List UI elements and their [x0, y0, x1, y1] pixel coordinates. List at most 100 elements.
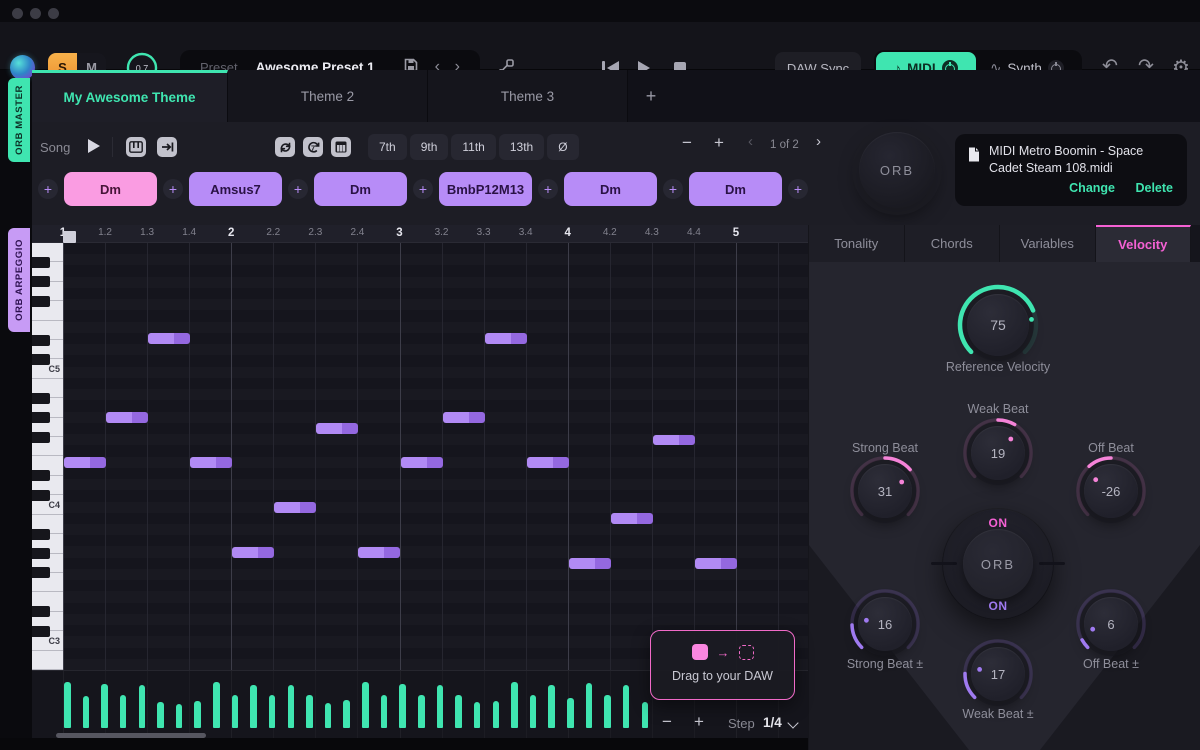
black-key[interactable] — [32, 606, 50, 617]
piano-view-icon[interactable] — [126, 137, 146, 157]
step-value-dropdown[interactable]: 1/4 — [763, 715, 782, 730]
midi-note[interactable] — [695, 558, 737, 569]
horizontal-scrollbar[interactable] — [56, 733, 206, 738]
midi-note[interactable] — [358, 547, 400, 558]
velocity-bar[interactable] — [455, 695, 462, 728]
black-key[interactable] — [32, 335, 50, 346]
add-chord-button[interactable]: + — [413, 179, 433, 199]
drag-to-daw-box[interactable]: → Drag to your DAW — [650, 630, 795, 700]
midi-note[interactable] — [569, 558, 611, 569]
midi-note[interactable] — [611, 513, 653, 524]
midi-note[interactable] — [148, 333, 190, 344]
velocity-bar[interactable] — [213, 682, 220, 728]
midi-note[interactable] — [485, 333, 527, 344]
regenerate-icon[interactable] — [275, 137, 295, 157]
window-close-dot[interactable] — [12, 8, 23, 19]
orb-on-bottom-toggle[interactable]: ON — [989, 599, 1008, 613]
weak-beat-knob[interactable]: 19 — [971, 426, 1025, 480]
weak-beat-range-knob[interactable]: 17 — [971, 647, 1025, 701]
velocity-bar[interactable] — [399, 684, 406, 728]
velocity-bar[interactable] — [586, 683, 593, 728]
chord-block-5[interactable]: Dm — [564, 172, 657, 206]
orb-arpeggio-tab[interactable]: ORB ARPEGGIO — [8, 228, 30, 332]
velocity-bar[interactable] — [232, 695, 239, 728]
timeline-ruler[interactable]: 11.21.31.422.22.32.433.23.33.444.24.34.4… — [32, 225, 808, 243]
black-key[interactable] — [32, 567, 50, 578]
black-key[interactable] — [32, 393, 50, 404]
piano-keyboard[interactable]: C5C4C3 — [32, 243, 63, 670]
extension-button-9th[interactable]: 9th — [410, 134, 449, 160]
piano-roll[interactable]: 11.21.31.422.22.32.433.23.33.444.24.34.4… — [32, 225, 808, 670]
song-play-button[interactable] — [88, 139, 100, 153]
window-minimize-dot[interactable] — [30, 8, 41, 19]
black-key[interactable] — [32, 470, 50, 481]
midi-note[interactable] — [106, 412, 148, 423]
chord-block-1[interactable]: Dm — [64, 172, 157, 206]
orb-master-tab[interactable]: ORB MASTER — [8, 78, 30, 162]
zoom-out-button[interactable]: − — [662, 712, 672, 732]
velocity-bar[interactable] — [623, 685, 630, 728]
extension-button-ø[interactable]: Ø — [547, 134, 578, 160]
orb-master-knob[interactable]: ORB — [859, 132, 935, 208]
velocity-bar[interactable] — [530, 695, 537, 728]
orb-center-button[interactable]: ORB — [963, 529, 1033, 599]
velocity-bar[interactable] — [64, 682, 71, 728]
velocity-bar[interactable] — [120, 695, 127, 728]
black-key[interactable] — [32, 257, 50, 268]
velocity-bar[interactable] — [306, 695, 313, 728]
velocity-bar[interactable] — [139, 685, 146, 728]
window-zoom-dot[interactable] — [48, 8, 59, 19]
midi-note[interactable] — [653, 435, 695, 446]
reference-velocity-knob[interactable]: 75 — [967, 294, 1029, 356]
midi-note[interactable] — [274, 502, 316, 513]
panel-tab-variables[interactable]: Variables — [1000, 225, 1096, 262]
playhead-marker[interactable] — [63, 231, 76, 243]
page-remove-button[interactable]: − — [682, 133, 692, 153]
panel-tab-tonality[interactable]: Tonality — [809, 225, 905, 262]
midi-note[interactable] — [316, 423, 358, 434]
chord-block-6[interactable]: Dm — [689, 172, 782, 206]
black-key[interactable] — [32, 529, 50, 540]
chord-block-3[interactable]: Dm — [314, 172, 407, 206]
velocity-bar[interactable] — [493, 701, 500, 728]
velocity-bar[interactable] — [474, 702, 481, 728]
velocity-bar[interactable] — [194, 701, 201, 728]
panel-tab-velocity[interactable]: Velocity — [1096, 225, 1192, 262]
velocity-bar[interactable] — [362, 682, 369, 728]
add-chord-button[interactable]: + — [788, 179, 808, 199]
velocity-bar[interactable] — [604, 695, 611, 728]
panel-tab-chords[interactable]: Chords — [905, 225, 1001, 262]
black-key[interactable] — [32, 432, 50, 443]
note-grid[interactable] — [63, 243, 808, 670]
add-theme-button[interactable]: + — [628, 70, 674, 122]
extension-button-11th[interactable]: 11th — [451, 134, 495, 160]
midi-note[interactable] — [64, 457, 106, 468]
velocity-bar[interactable] — [83, 696, 90, 728]
black-key[interactable] — [32, 412, 50, 423]
change-file-button[interactable]: Change — [1069, 181, 1115, 195]
orb-on-top-toggle[interactable]: ON — [989, 516, 1008, 530]
extension-button-7th[interactable]: 7th — [368, 134, 407, 160]
velocity-bar[interactable] — [381, 695, 388, 728]
chord-cycle-icon[interactable]: 7 — [303, 137, 323, 157]
velocity-bar[interactable] — [642, 702, 649, 728]
midi-note[interactable] — [190, 457, 232, 468]
velocity-bar[interactable] — [325, 703, 332, 728]
add-chord-button[interactable]: + — [663, 179, 683, 199]
black-key[interactable] — [32, 626, 50, 637]
theme-tab-1[interactable]: My Awesome Theme — [32, 70, 228, 122]
zoom-in-button[interactable]: + — [694, 712, 704, 732]
midi-note[interactable] — [401, 457, 443, 468]
midi-note[interactable] — [527, 457, 569, 468]
midi-note[interactable] — [443, 412, 485, 423]
delete-file-button[interactable]: Delete — [1135, 181, 1173, 195]
velocity-bar[interactable] — [418, 695, 425, 728]
velocity-bar[interactable] — [548, 685, 555, 728]
extension-button-13th[interactable]: 13th — [499, 134, 544, 160]
add-chord-button[interactable]: + — [538, 179, 558, 199]
velocity-bar[interactable] — [250, 685, 257, 728]
off-beat-knob[interactable]: -26 — [1084, 464, 1138, 518]
velocity-bar[interactable] — [176, 704, 183, 728]
page-next-icon[interactable]: › — [816, 133, 821, 150]
export-arrow-icon[interactable] — [157, 137, 177, 157]
